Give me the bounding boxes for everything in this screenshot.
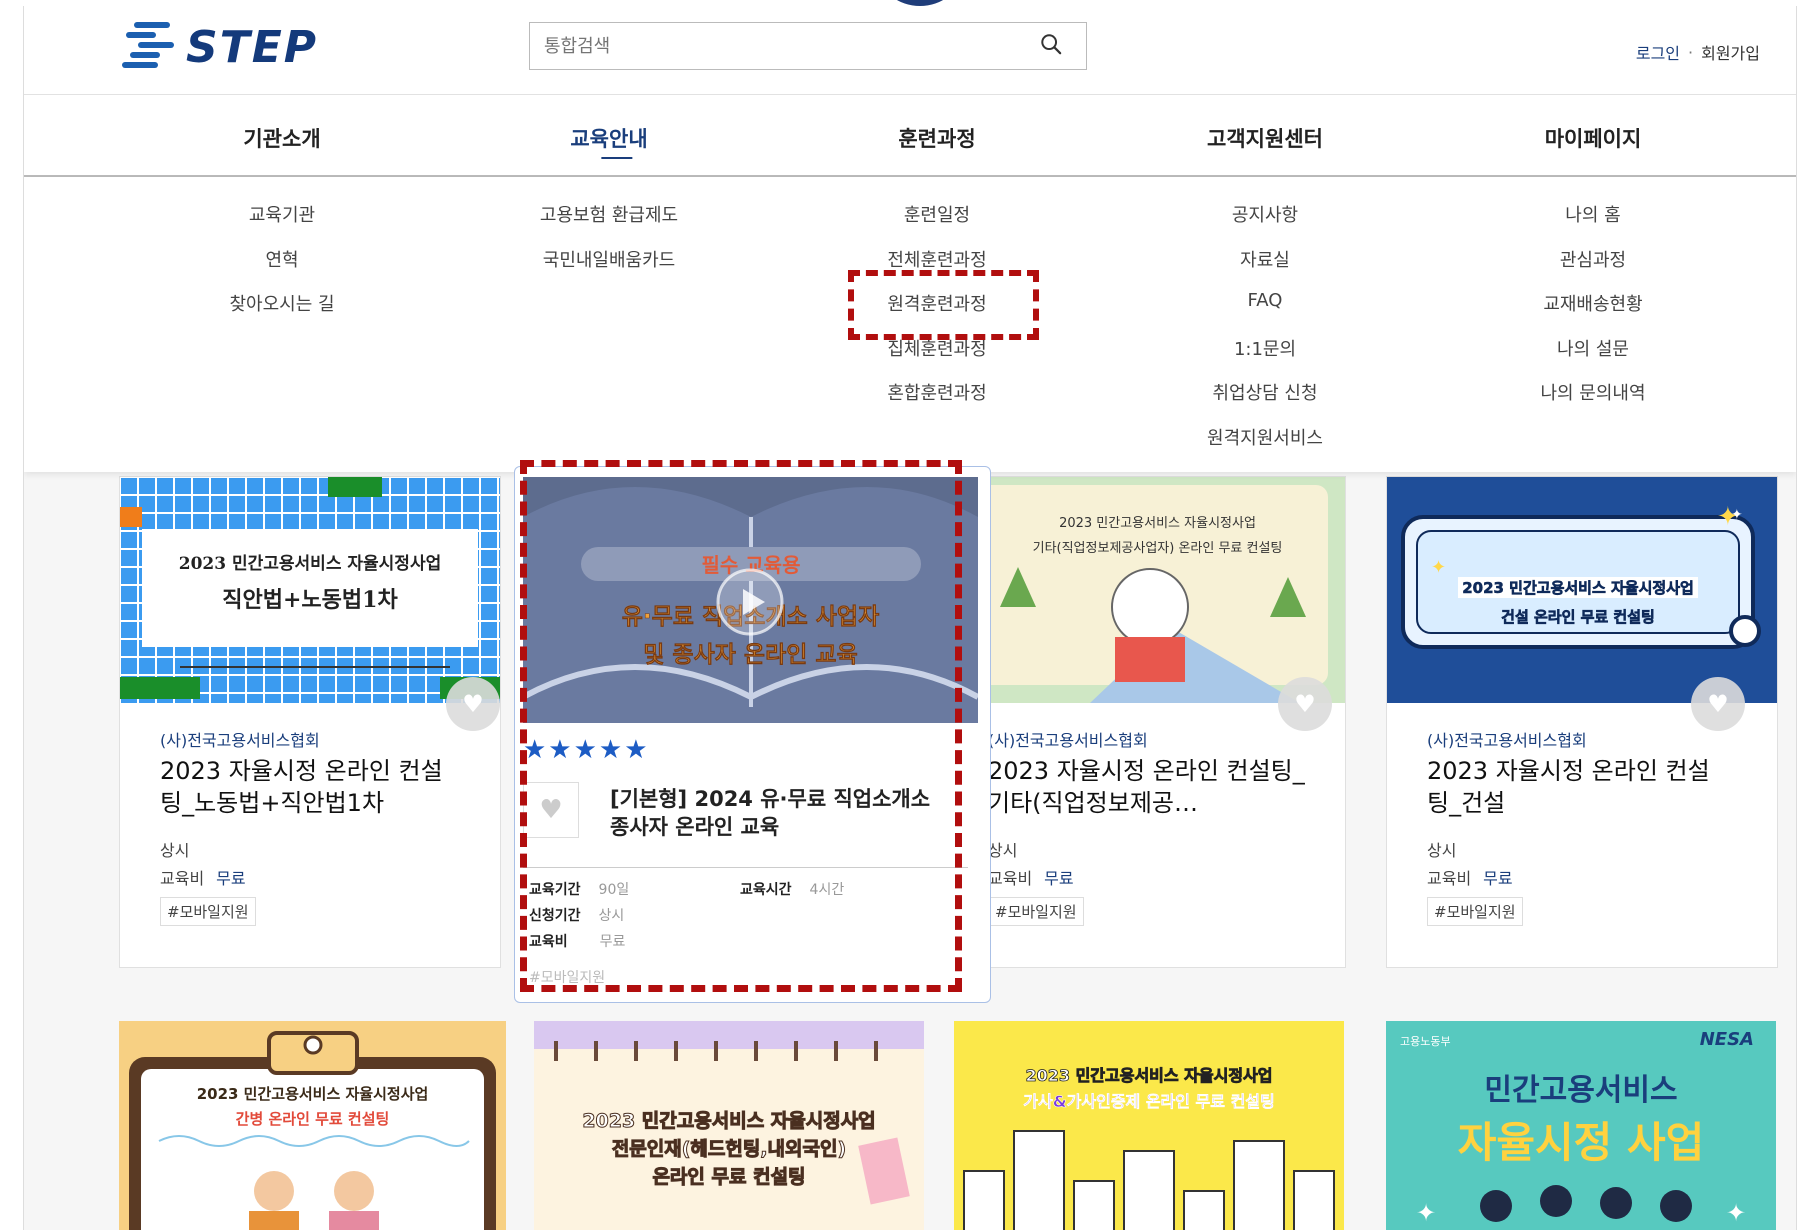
menu-item[interactable]: 1:1문의 bbox=[1207, 335, 1323, 380]
menu-item[interactable]: 공지사항 bbox=[1207, 201, 1323, 246]
menu-item[interactable]: 자료실 bbox=[1207, 246, 1323, 291]
course-thumbnail: ✦ ✦ ✦ 2023 민간고용서비스 자율시정사업 건설 온라인 무료 컨설팅 bbox=[1387, 477, 1777, 703]
course-tag[interactable]: #모바일지원 bbox=[1427, 897, 1523, 926]
heart-icon[interactable]: ♥ bbox=[446, 677, 500, 731]
course-title[interactable]: 2023 자율시정 온라인 컨설팅_건설 bbox=[1427, 755, 1727, 819]
menu-item[interactable]: 나의 설문 bbox=[1540, 335, 1645, 380]
thumb-title-line1: 2023 민간고용서비스 자율시정사업 bbox=[1025, 1066, 1273, 1086]
illustration-graphic bbox=[978, 485, 1328, 703]
heart-icon[interactable]: ♥ bbox=[1691, 677, 1745, 731]
course-title[interactable]: 2023 자율시정 온라인 컨설팅_기타(직업정보제공… bbox=[988, 755, 1318, 819]
nav-item-mypage[interactable]: 마이페이지 bbox=[1545, 123, 1642, 153]
menu-item[interactable]: 교재배송현황 bbox=[1540, 290, 1645, 335]
course-fee: 교육비 무료 bbox=[988, 869, 1074, 888]
course-period: 상시 bbox=[1427, 841, 1457, 860]
course-title[interactable]: 2023 자율시정 온라인 컨설팅_노동법+직안법1차 bbox=[160, 755, 460, 819]
menu-item[interactable]: 국민내일배움카드 bbox=[540, 246, 678, 291]
thumb-title-line2: 전문인재(헤드헌팅,내외국인) bbox=[611, 1138, 847, 1161]
menu-item[interactable]: 고용보험 환급제도 bbox=[540, 201, 678, 246]
svg-text:✦: ✦ bbox=[1431, 557, 1446, 578]
svg-text:✦: ✦ bbox=[1416, 1199, 1436, 1227]
course-tag[interactable]: #모바일지원 bbox=[988, 897, 1084, 926]
search-icon[interactable] bbox=[1040, 33, 1062, 55]
thumb-title-line1: 2023 민간고용서비스 자율시정사업 bbox=[196, 1085, 429, 1103]
thumb-title-line1: 2023 민간고용서비스 자율시정사업 bbox=[1059, 516, 1256, 531]
nav-item-education[interactable]: 교육안내 bbox=[570, 123, 648, 159]
nav-item-about[interactable]: 기관소개 bbox=[243, 123, 320, 153]
svg-text:✦: ✦ bbox=[1726, 1199, 1746, 1227]
course-thumbnail: 2023 민간고용서비스 자율시정사업 직안법+노동법1차 bbox=[120, 477, 500, 703]
people-graphic: ✦ ✦ bbox=[1416, 1185, 1746, 1227]
search-input[interactable] bbox=[530, 23, 1026, 69]
mega-col-education: 고용보험 환급제도 국민내일배움카드 bbox=[540, 201, 678, 290]
course-card-bottom[interactable]: 고용노동부 NESA 민간고용서비스 자율시정 사업 ✦ ✦ bbox=[1386, 1021, 1776, 1230]
mega-col-about: 교육기관 연혁 찾아오시는 길 bbox=[229, 201, 334, 335]
menu-item[interactable]: 취업상담 신청 bbox=[1207, 379, 1323, 424]
course-fee: 교육비 무료 bbox=[1427, 869, 1513, 888]
course-fee: 교육비 무료 bbox=[160, 869, 246, 888]
thumb-title-line2: 간병 온라인 무료 컨설팅 bbox=[235, 1110, 390, 1128]
menu-item[interactable]: 나의 홈 bbox=[1540, 201, 1645, 246]
thumb-title-line1: 2023 민간고용서비스 자율시정사업 bbox=[582, 1110, 876, 1133]
course-card-bottom[interactable]: 2023 민간고용서비스 자율시정사업 전문인재(헤드헌팅,내외국인) 온라인 … bbox=[534, 1021, 924, 1230]
course-period: 상시 bbox=[988, 841, 1018, 860]
course-card[interactable]: 2023 민간고용서비스 자율시정사업 직안법+노동법1차 ♥ (사)전국고용서… bbox=[119, 476, 501, 968]
nav-item-courses[interactable]: 훈련과정 bbox=[898, 123, 975, 153]
thumb-title-line3: 온라인 무료 컨설팅 bbox=[652, 1166, 806, 1189]
site-header: STEP 로그인 · 회원가입 bbox=[24, 6, 1796, 95]
course-org: (사)전국고용서비스협회 bbox=[988, 731, 1148, 750]
main-nav: 기관소개 교육안내 훈련과정 고객지원센터 마이페이지 bbox=[24, 95, 1796, 177]
auth-separator: · bbox=[1688, 42, 1694, 62]
page-frame: STEP 로그인 · 회원가입 기관소개 교육안내 훈련과정 고객지원센터 마이… bbox=[23, 6, 1797, 1230]
highlight-annotation-menu bbox=[848, 270, 1039, 340]
search-bar bbox=[529, 22, 1087, 70]
heart-icon[interactable]: ♥ bbox=[1278, 677, 1332, 731]
course-period: 상시 bbox=[160, 841, 190, 860]
logo-mark-icon bbox=[120, 16, 180, 78]
menu-item[interactable]: 집체훈련과정 bbox=[887, 335, 986, 380]
course-thumbnail: 2023 민간고용서비스 자율시정사업 기타(직업정보제공사업자) 온라인 무료… bbox=[970, 477, 1345, 703]
thumb-title-line2: 가사&가사인증제 온라인 무료 컨설팅 bbox=[1023, 1092, 1275, 1112]
menu-item[interactable]: 교육기관 bbox=[229, 201, 334, 246]
thumb-title-line2: 기타(직업정보제공사업자) 온라인 무료 컨설팅 bbox=[1032, 541, 1283, 556]
city-graphic bbox=[963, 1130, 1335, 1230]
menu-item[interactable]: 나의 문의내역 bbox=[1540, 379, 1645, 424]
auth-links: 로그인 · 회원가입 bbox=[1636, 40, 1760, 64]
logo-text: STEP bbox=[186, 21, 319, 73]
menu-item[interactable]: 혼합훈련과정 bbox=[887, 379, 986, 424]
course-card[interactable]: 2023 민간고용서비스 자율시정사업 기타(직업정보제공사업자) 온라인 무료… bbox=[969, 476, 1346, 968]
course-org: (사)전국고용서비스협회 bbox=[160, 731, 320, 750]
course-card-bottom[interactable]: 2023 민간고용서비스 자율시정사업 가사&가사인증제 온라인 무료 컨설팅 bbox=[954, 1021, 1344, 1230]
menu-item[interactable]: 찾아오시는 길 bbox=[229, 290, 334, 335]
course-org: (사)전국고용서비스협회 bbox=[1427, 731, 1587, 750]
thumb-title-line1: 2023 민간고용서비스 자율시정사업 bbox=[1458, 577, 1698, 598]
highlight-annotation-card bbox=[520, 460, 962, 992]
thumb-title-line2: 건설 온라인 무료 컨설팅 bbox=[1501, 608, 1655, 627]
menu-item[interactable]: 훈련일정 bbox=[887, 201, 986, 246]
nav-item-support[interactable]: 고객지원센터 bbox=[1207, 123, 1323, 153]
mega-col-support: 공지사항 자료실 FAQ 1:1문의 취업상담 신청 원격지원서비스 bbox=[1207, 201, 1323, 468]
menu-item[interactable]: 원격지원서비스 bbox=[1207, 424, 1323, 469]
course-card-bottom[interactable]: 2023 민간고용서비스 자율시정사업 간병 온라인 무료 컨설팅 bbox=[119, 1021, 506, 1230]
thumb-title-line1: 2023 민간고용서비스 자율시정사업 bbox=[178, 554, 442, 574]
login-link[interactable]: 로그인 bbox=[1636, 40, 1680, 64]
thumb-title-line2: 직안법+노동법1차 bbox=[222, 587, 398, 613]
course-card[interactable]: ✦ ✦ ✦ 2023 민간고용서비스 자율시정사업 건설 온라인 무료 컨설팅 … bbox=[1386, 476, 1778, 968]
svg-text:✦: ✦ bbox=[1731, 507, 1743, 523]
signup-link[interactable]: 회원가입 bbox=[1701, 40, 1760, 64]
menu-item[interactable]: 관심과정 bbox=[1540, 246, 1645, 291]
site-logo[interactable]: STEP bbox=[120, 16, 318, 78]
menu-item[interactable]: FAQ bbox=[1207, 290, 1323, 335]
menu-item[interactable]: 연혁 bbox=[229, 246, 334, 291]
course-tag[interactable]: #모바일지원 bbox=[160, 897, 256, 926]
mega-col-mypage: 나의 홈 관심과정 교재배송현황 나의 설문 나의 문의내역 bbox=[1540, 201, 1645, 424]
